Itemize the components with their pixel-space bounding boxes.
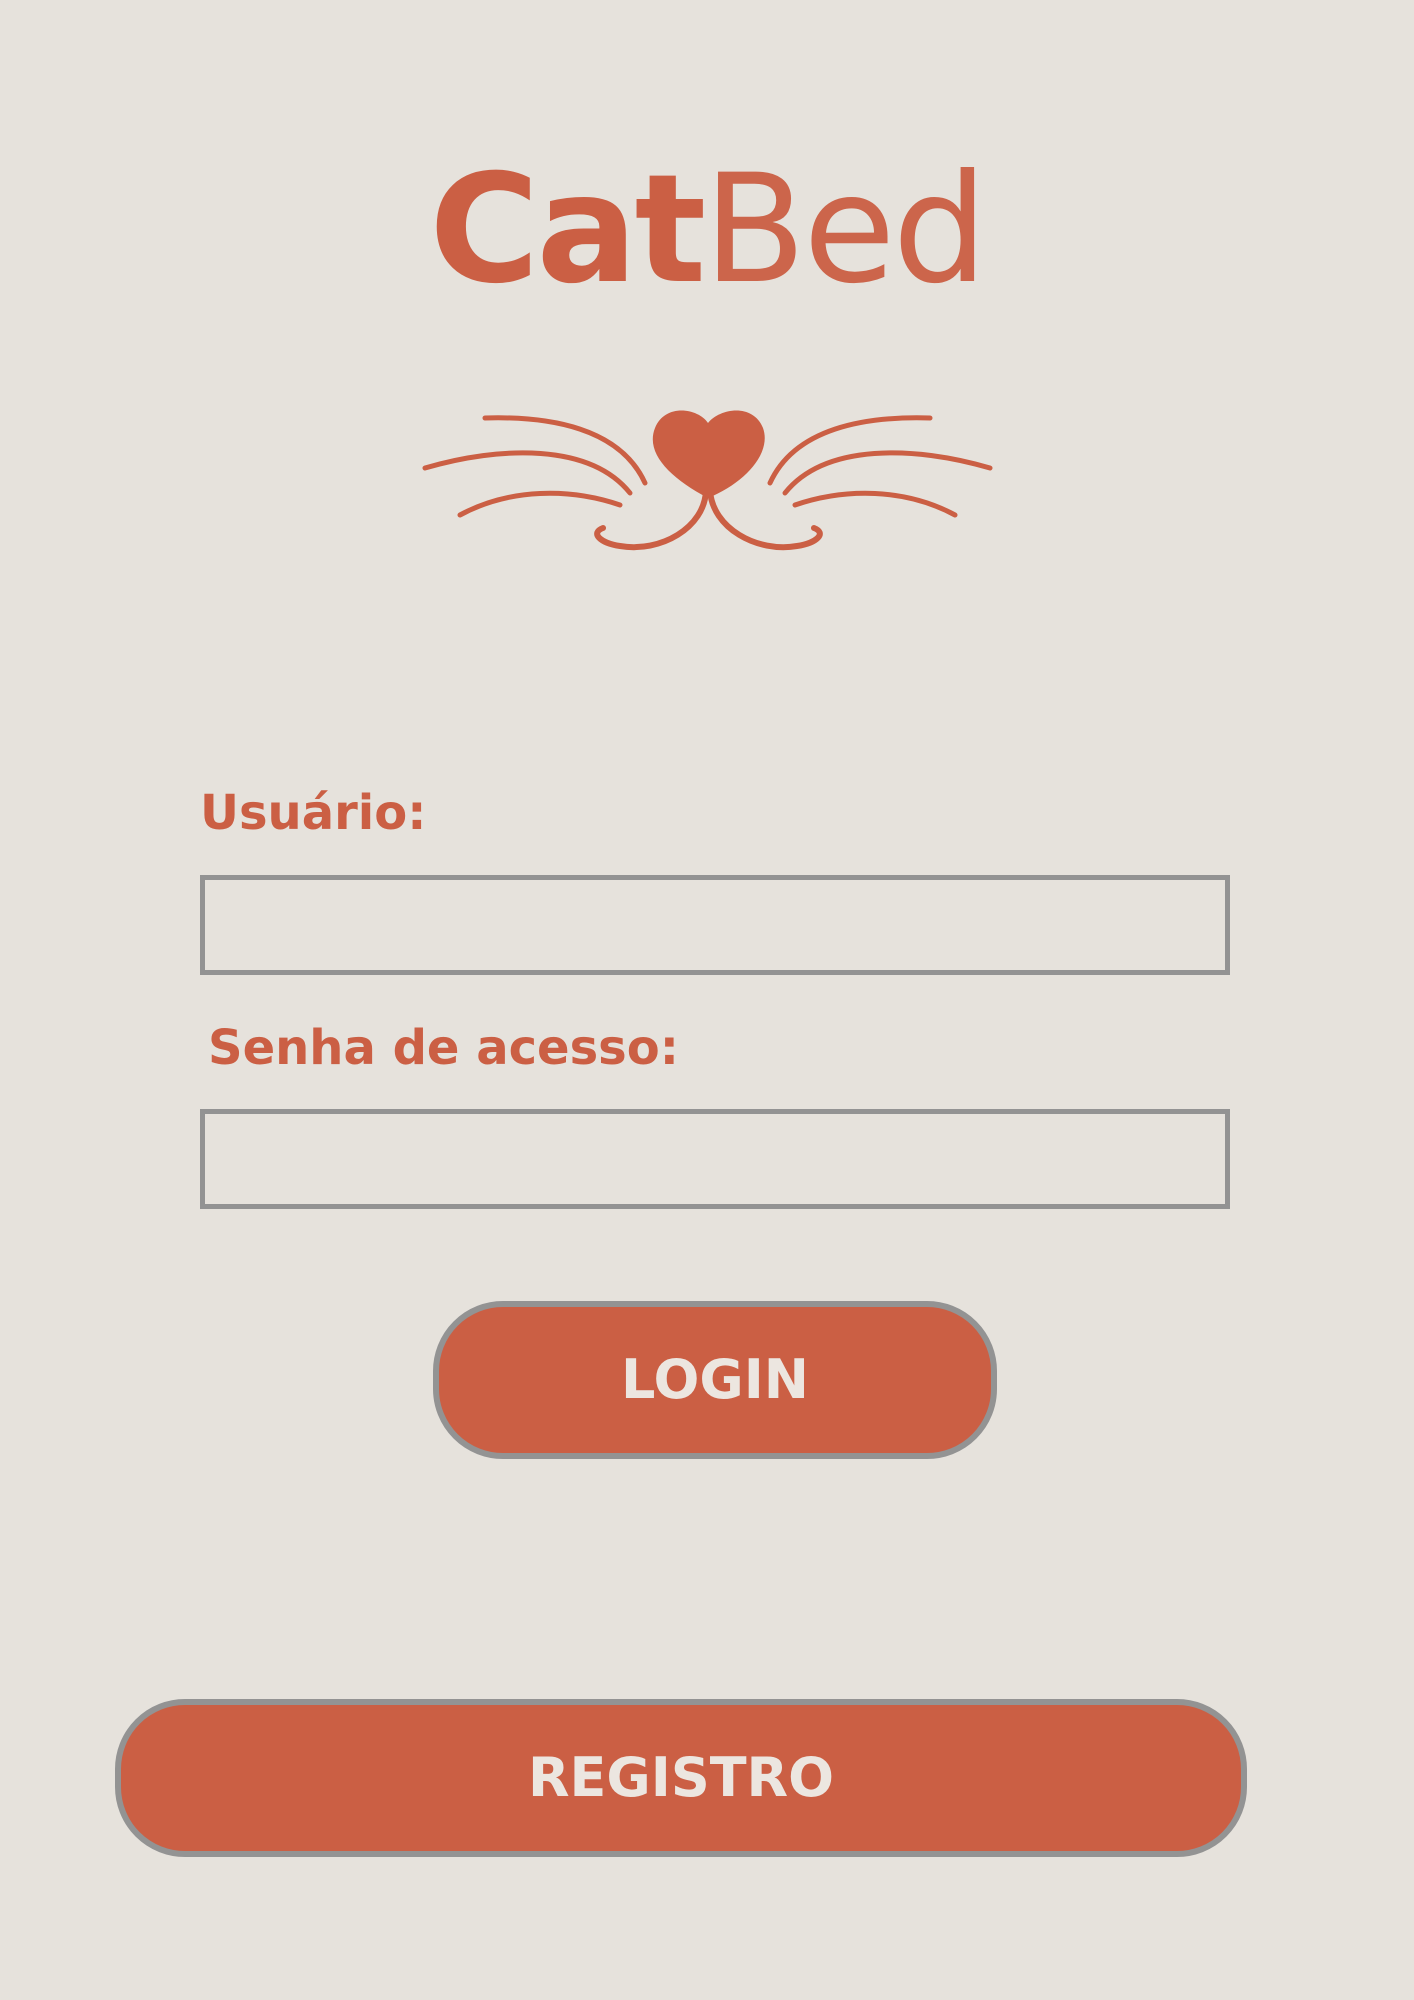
logo-text-cat: Cat — [429, 143, 706, 317]
username-label: Usuário: — [200, 785, 427, 841]
logo-text-bed: Bed — [703, 143, 987, 317]
username-input[interactable] — [200, 875, 1230, 975]
password-input[interactable] — [200, 1109, 1230, 1209]
register-button[interactable]: REGISTRO — [115, 1699, 1247, 1857]
cat-nose-whiskers-icon — [422, 410, 993, 551]
password-label: Senha de acesso: — [208, 1020, 679, 1076]
app-logo: CatBed — [0, 150, 1414, 310]
login-button[interactable]: LOGIN — [433, 1301, 997, 1459]
